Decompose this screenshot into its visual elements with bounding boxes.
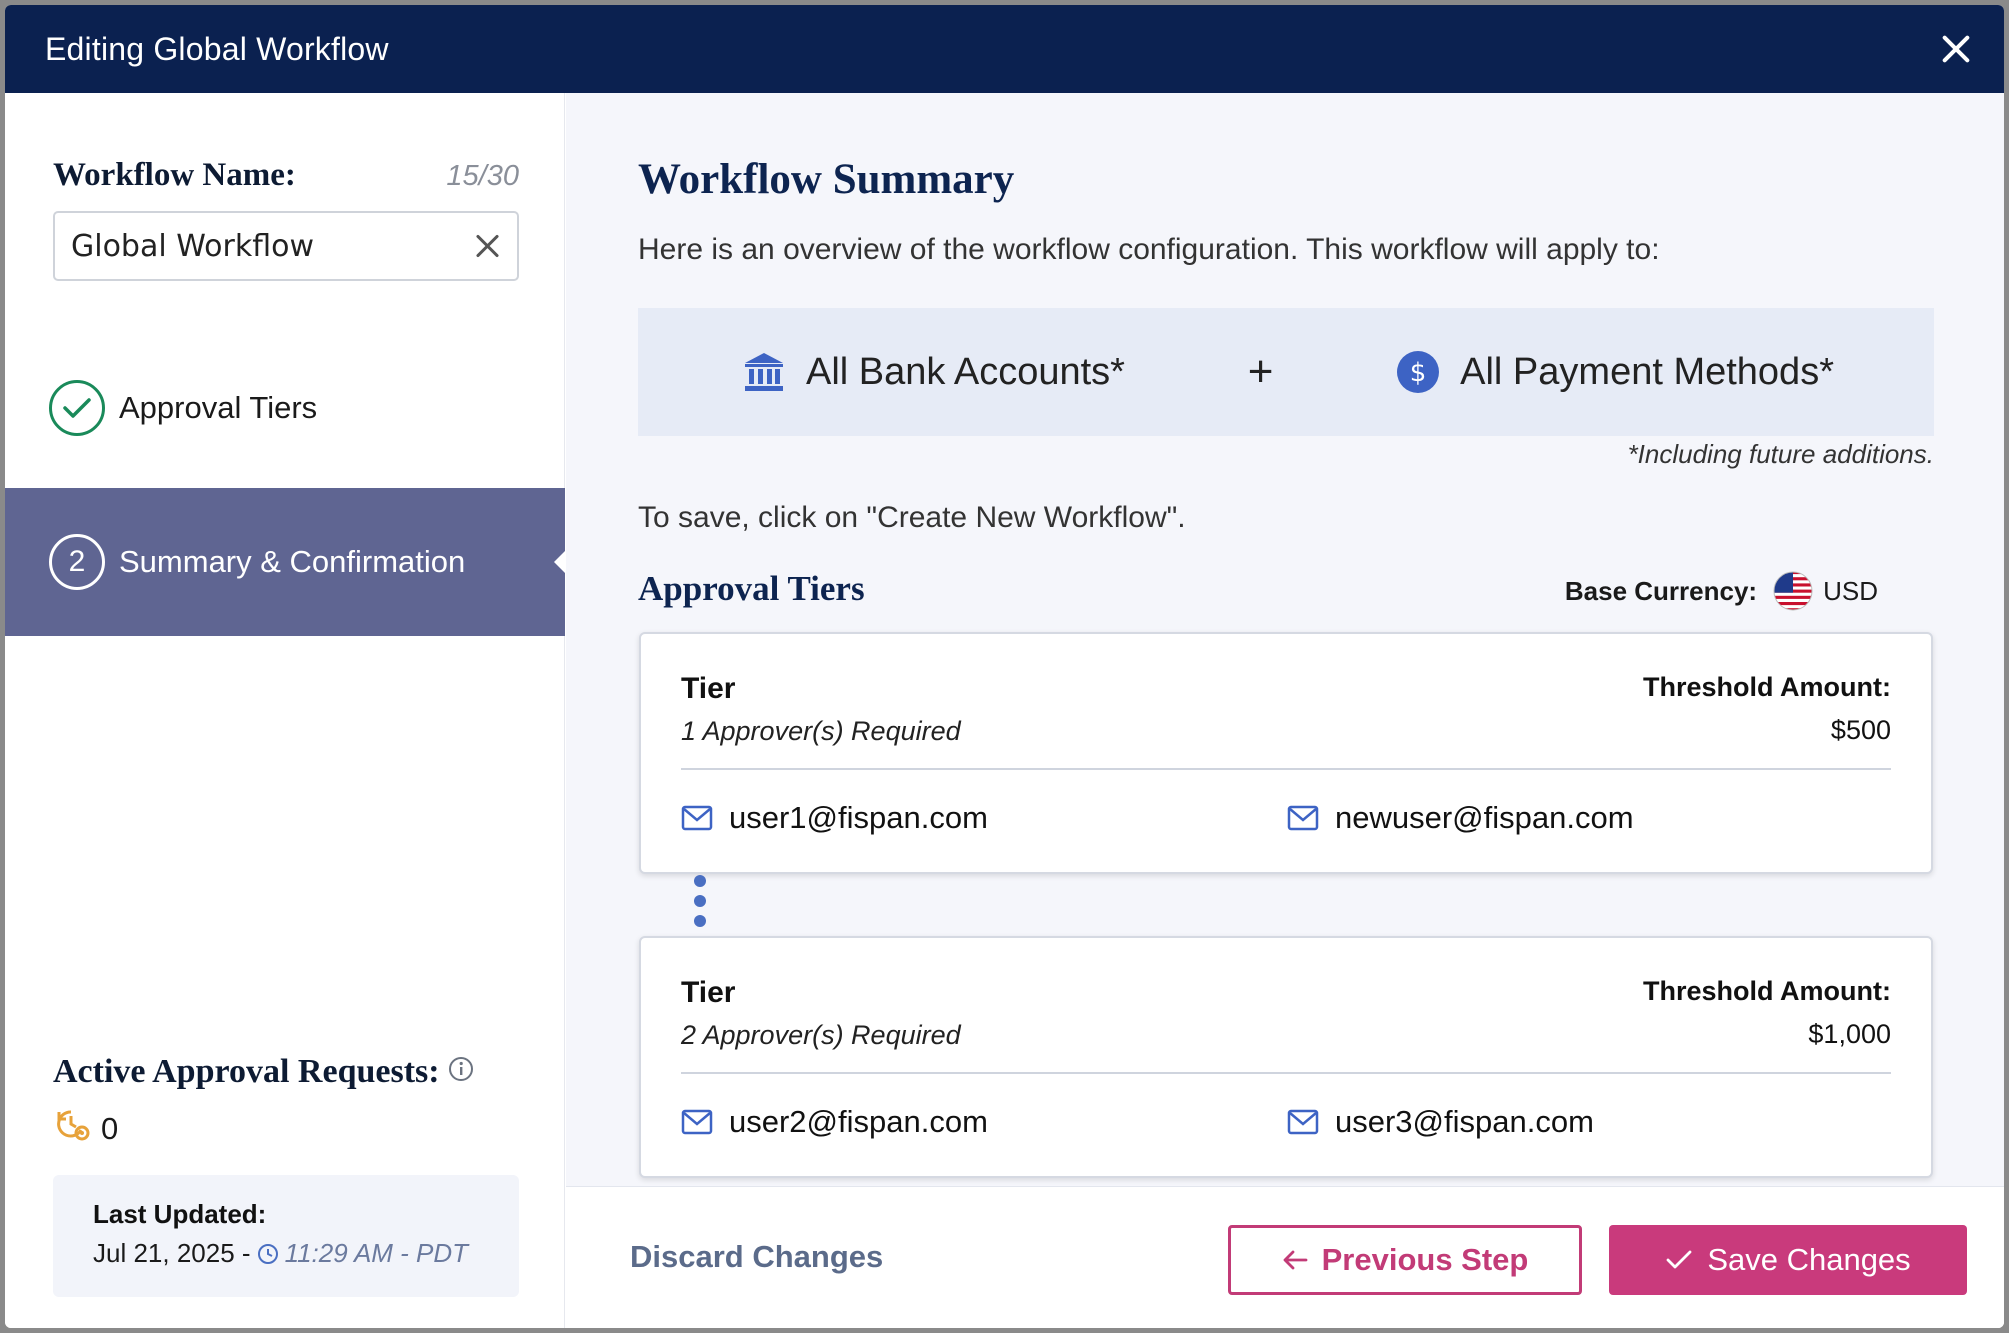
tier-card: Tier 2 Approver(s) Required Threshold Am… — [639, 936, 1933, 1178]
mail-icon — [1287, 805, 1319, 831]
dollar-circle-icon: $ — [1397, 351, 1440, 393]
step-approval-tiers[interactable]: Approval Tiers — [5, 353, 565, 463]
svg-text:$: $ — [1410, 358, 1427, 388]
threshold: Threshold Amount: $500 — [1643, 672, 1891, 746]
mail-icon — [681, 805, 713, 831]
threshold-value: $500 — [1830, 715, 1891, 745]
workflow-name-input[interactable]: Global Workflow — [53, 211, 519, 281]
checkmark-circle-icon — [49, 380, 105, 436]
tier-name: Tier — [681, 672, 736, 705]
tier-divider — [681, 1072, 1891, 1074]
base-currency-value: USD — [1823, 575, 1878, 606]
clock-icon — [257, 1243, 278, 1264]
tier-card: Tier 1 Approver(s) Required Threshold Am… — [639, 632, 1933, 874]
threshold-value: $1,000 — [1808, 1019, 1891, 1049]
close-icon[interactable] — [1938, 31, 1974, 67]
approver-email: user2@fispan.com — [729, 1104, 988, 1139]
tier-connector — [694, 875, 708, 935]
base-currency-label: Base Currency: — [1564, 575, 1758, 606]
workflow-name-label-row: Workflow Name: 15/30 — [53, 157, 519, 194]
tier-name: Tier — [681, 976, 736, 1009]
summary-description: Here is an overview of the workflow conf… — [638, 233, 1660, 266]
last-updated-value: Jul 21, 2025 - 11:29 AM - PDT — [93, 1238, 479, 1269]
last-updated-box: Last Updated: Jul 21, 2025 - 11:29 AM - … — [53, 1175, 519, 1297]
page-title: Workflow Summary — [638, 156, 1015, 203]
edit-workflow-modal: Editing Global Workflow Workflow Name: 1… — [5, 5, 2004, 1328]
save-changes-label: Save Changes — [1707, 1242, 1911, 1277]
active-requests-count: 0 — [55, 1108, 118, 1150]
previous-step-label: Previous Step — [1321, 1242, 1529, 1277]
approver: user2@fispan.com — [681, 1104, 988, 1140]
approver: user1@fispan.com — [681, 800, 988, 836]
approver: user3@fispan.com — [1287, 1104, 1594, 1140]
approval-tiers-title: Approval Tiers — [638, 569, 865, 608]
threshold: Threshold Amount: $1,000 — [1643, 976, 1891, 1050]
step-label: Summary & Confirmation — [119, 544, 466, 579]
tier-requirement: 2 Approver(s) Required — [681, 1020, 961, 1050]
workflow-name-label: Workflow Name: — [53, 157, 296, 193]
modal-title: Editing Global Workflow — [45, 30, 389, 67]
discard-changes-button[interactable]: Discard Changes — [630, 1239, 883, 1275]
approver: newuser@fispan.com — [1287, 800, 1634, 836]
active-requests-text: Active Approval Requests: — [53, 1053, 440, 1090]
save-changes-button[interactable]: Save Changes — [1609, 1225, 1967, 1295]
payment-methods-label: All Payment Methods* — [1460, 350, 1834, 393]
us-flag-icon — [1773, 571, 1813, 611]
step-number: 2 — [49, 534, 105, 590]
last-updated-time-wrap: 11:29 AM - PDT — [257, 1238, 469, 1269]
scope-footnote: *Including future additions. — [1627, 439, 1934, 469]
check-icon — [1666, 1250, 1692, 1269]
previous-step-button[interactable]: Previous Step — [1228, 1225, 1582, 1295]
step-label: Approval Tiers — [119, 390, 318, 425]
plus-sign: + — [1247, 347, 1274, 396]
threshold-label: Threshold Amount: — [1643, 672, 1891, 702]
approver-email: newuser@fispan.com — [1335, 800, 1634, 835]
tier-header: Tier 2 Approver(s) Required — [681, 976, 961, 1051]
last-updated-time: 11:29 AM - PDT — [284, 1238, 469, 1268]
bank-accounts-label: All Bank Accounts* — [806, 350, 1125, 393]
active-requests-number: 0 — [101, 1111, 119, 1146]
tier-divider — [681, 768, 1891, 770]
modal-header: Editing Global Workflow — [5, 5, 2004, 93]
clear-input-icon[interactable] — [475, 233, 501, 259]
main-content: Workflow Summary Here is an overview of … — [566, 93, 2004, 1328]
modal-footer: Discard Changes Previous Step Save Chang… — [566, 1186, 2004, 1328]
step-summary-confirmation[interactable]: 2 Summary & Confirmation — [5, 488, 566, 636]
bank-icon — [745, 353, 783, 391]
scope-payment-methods: $ All Payment Methods* — [1396, 350, 1834, 394]
approver-email: user1@fispan.com — [729, 800, 988, 835]
last-updated-label: Last Updated: — [93, 1199, 267, 1229]
active-requests-label: Active Approval Requests: — [53, 1053, 474, 1091]
workflow-scope-box: All Bank Accounts* + $ All Payment Metho… — [638, 308, 1934, 436]
sidebar: Workflow Name: 15/30 Global Workflow App… — [5, 93, 566, 1328]
base-currency: Base Currency: USD — [1565, 571, 1878, 611]
mail-icon — [681, 1109, 713, 1135]
last-updated-date: Jul 21, 2025 - — [93, 1238, 251, 1268]
mail-icon — [1287, 1109, 1319, 1135]
pending-gear-icon — [55, 1108, 91, 1150]
info-icon[interactable] — [448, 1053, 474, 1091]
workflow-name-value[interactable]: Global Workflow — [71, 229, 475, 264]
approver-email: user3@fispan.com — [1335, 1104, 1594, 1139]
tier-requirement: 1 Approver(s) Required — [681, 716, 961, 746]
scope-bank-accounts: All Bank Accounts* — [742, 350, 1125, 394]
character-count: 15/30 — [446, 160, 519, 192]
threshold-label: Threshold Amount: — [1643, 976, 1891, 1006]
arrow-left-icon — [1283, 1250, 1308, 1270]
tier-header: Tier 1 Approver(s) Required — [681, 672, 961, 747]
save-instruction: To save, click on "Create New Workflow". — [638, 501, 1186, 534]
